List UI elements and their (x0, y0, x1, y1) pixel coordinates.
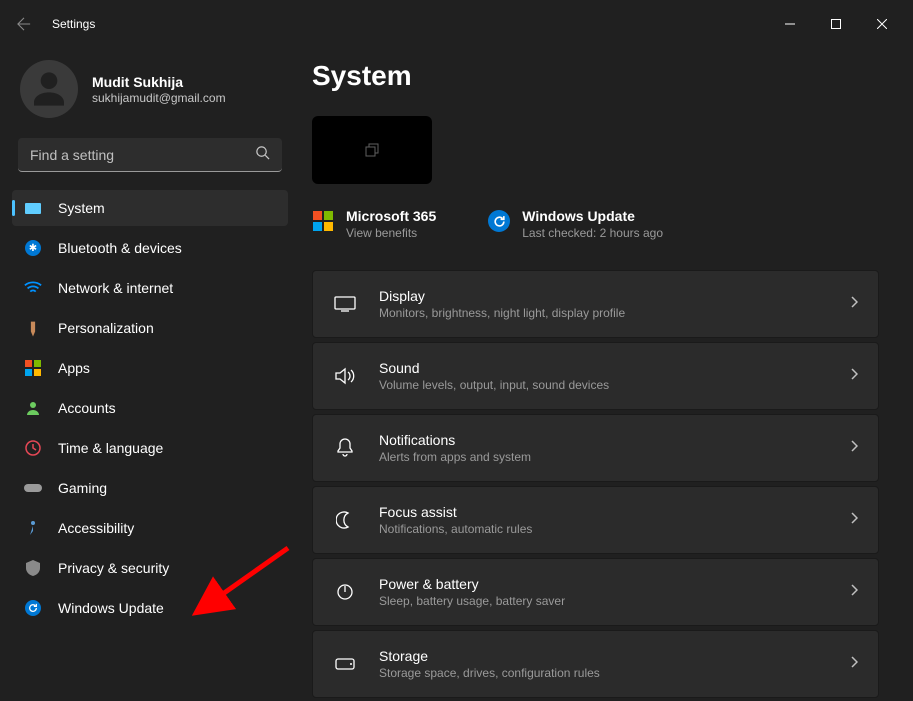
card-title: Display (379, 288, 850, 304)
sidebar-item-accessibility[interactable]: Accessibility (12, 510, 288, 546)
settings-cards: Display Monitors, brightness, night light… (312, 270, 879, 698)
card-notifications[interactable]: Notifications Alerts from apps and system (312, 414, 879, 482)
accounts-icon (24, 399, 42, 417)
user-name: Mudit Sukhija (92, 74, 226, 90)
sidebar-item-label: Accounts (58, 400, 116, 416)
card-storage[interactable]: Storage Storage space, drives, configurat… (312, 630, 879, 698)
chevron-right-icon (850, 583, 858, 601)
main-panel: System Microsoft 365 View benefits Windo… (300, 48, 913, 701)
display-preview[interactable] (312, 116, 432, 184)
user-account-button[interactable]: Mudit Sukhija sukhijamudit@gmail.com (12, 48, 288, 138)
card-title: Notifications (379, 432, 850, 448)
sidebar-item-bluetooth[interactable]: ✱ Bluetooth & devices (12, 230, 288, 266)
titlebar: Settings (0, 0, 913, 48)
clock-icon (24, 439, 42, 457)
sidebar-item-gaming[interactable]: Gaming (12, 470, 288, 506)
app-title: Settings (52, 17, 95, 31)
card-sub: Alerts from apps and system (379, 450, 850, 464)
back-button[interactable] (8, 8, 40, 40)
search-wrap (18, 138, 282, 172)
card-sound[interactable]: Sound Volume levels, output, input, sound… (312, 342, 879, 410)
close-button[interactable] (859, 8, 905, 40)
info-title: Windows Update (522, 208, 663, 224)
card-sub: Sleep, battery usage, battery saver (379, 594, 850, 608)
shield-icon (24, 559, 42, 577)
sidebar-item-label: Gaming (58, 480, 107, 496)
bluetooth-icon: ✱ (24, 239, 42, 257)
sound-icon (333, 367, 357, 385)
card-sub: Monitors, brightness, night light, displ… (379, 306, 850, 320)
info-sub: Last checked: 2 hours ago (522, 226, 663, 240)
chevron-right-icon (850, 439, 858, 457)
card-title: Focus assist (379, 504, 850, 520)
sidebar-item-personalization[interactable]: Personalization (12, 310, 288, 346)
card-power[interactable]: Power & battery Sleep, battery usage, bat… (312, 558, 879, 626)
info-row: Microsoft 365 View benefits Windows Upda… (312, 208, 879, 240)
gamepad-icon (24, 479, 42, 497)
bell-icon (333, 438, 357, 458)
chevron-right-icon (850, 655, 858, 673)
maximize-button[interactable] (813, 8, 859, 40)
info-microsoft-365[interactable]: Microsoft 365 View benefits (312, 208, 436, 240)
power-icon (333, 583, 357, 601)
sidebar-item-privacy[interactable]: Privacy & security (12, 550, 288, 586)
search-input[interactable] (18, 138, 282, 172)
sidebar-item-label: System (58, 200, 105, 216)
chevron-right-icon (850, 295, 858, 313)
card-title: Sound (379, 360, 850, 376)
card-title: Power & battery (379, 576, 850, 592)
wifi-icon (24, 279, 42, 297)
sidebar-item-label: Bluetooth & devices (58, 240, 182, 256)
avatar (20, 60, 78, 118)
info-title: Microsoft 365 (346, 208, 436, 224)
accessibility-icon (24, 519, 42, 537)
nav-list: System ✱ Bluetooth & devices Network & i… (12, 190, 288, 626)
card-display[interactable]: Display Monitors, brightness, night light… (312, 270, 879, 338)
microsoft-icon (312, 210, 334, 232)
info-sub: View benefits (346, 226, 436, 240)
sidebar-item-label: Time & language (58, 440, 163, 456)
sidebar-item-system[interactable]: System (12, 190, 288, 226)
person-icon (29, 69, 69, 109)
sidebar: Mudit Sukhija sukhijamudit@gmail.com Sys… (0, 48, 300, 701)
card-focus-assist[interactable]: Focus assist Notifications, automatic rul… (312, 486, 879, 554)
apps-icon (24, 359, 42, 377)
sidebar-item-label: Personalization (58, 320, 154, 336)
system-icon (24, 199, 42, 217)
sidebar-item-label: Network & internet (58, 280, 173, 296)
moon-icon (333, 511, 357, 529)
windows-update-icon (24, 599, 42, 617)
search-icon (255, 145, 270, 165)
sidebar-item-label: Accessibility (58, 520, 134, 536)
monitor-icon (365, 143, 379, 157)
window-controls (767, 8, 905, 40)
sidebar-item-label: Apps (58, 360, 90, 376)
sidebar-item-label: Privacy & security (58, 560, 169, 576)
storage-icon (333, 658, 357, 670)
info-windows-update[interactable]: Windows Update Last checked: 2 hours ago (488, 208, 663, 240)
card-sub: Volume levels, output, input, sound devi… (379, 378, 850, 392)
card-sub: Notifications, automatic rules (379, 522, 850, 536)
card-sub: Storage space, drives, configuration rul… (379, 666, 850, 680)
sidebar-item-network[interactable]: Network & internet (12, 270, 288, 306)
windows-update-icon (488, 210, 510, 232)
display-icon (333, 296, 357, 312)
chevron-right-icon (850, 367, 858, 385)
sidebar-item-accounts[interactable]: Accounts (12, 390, 288, 426)
minimize-button[interactable] (767, 8, 813, 40)
sidebar-item-time[interactable]: Time & language (12, 430, 288, 466)
sidebar-item-apps[interactable]: Apps (12, 350, 288, 386)
card-title: Storage (379, 648, 850, 664)
user-email: sukhijamudit@gmail.com (92, 91, 226, 105)
chevron-right-icon (850, 511, 858, 529)
brush-icon (20, 315, 45, 340)
arrow-left-icon (17, 17, 31, 31)
page-title: System (312, 60, 879, 92)
sidebar-item-windows-update[interactable]: Windows Update (12, 590, 288, 626)
sidebar-item-label: Windows Update (58, 600, 164, 616)
